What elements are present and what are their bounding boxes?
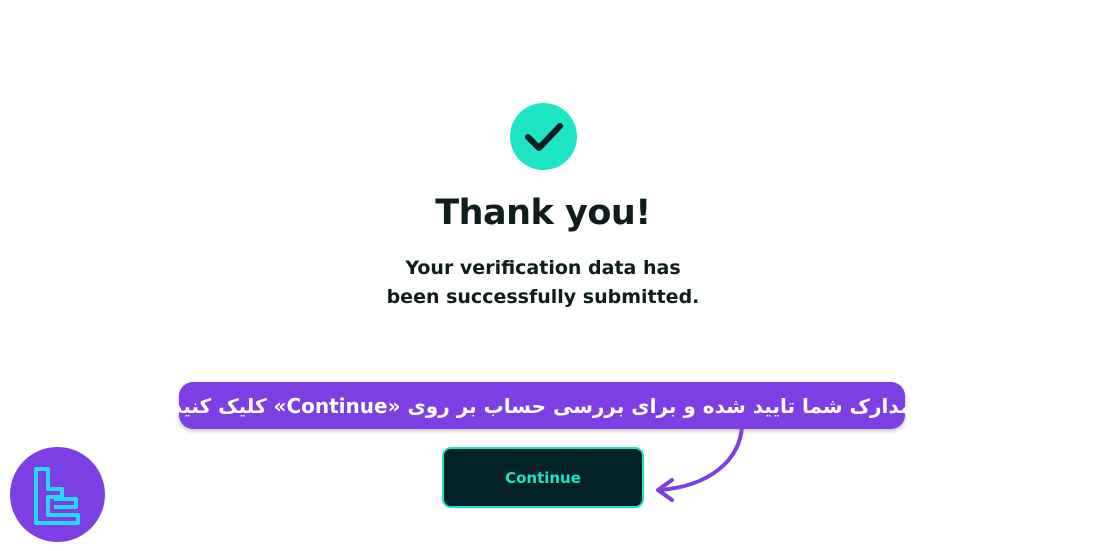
annotation-arrow-icon bbox=[656, 424, 744, 502]
success-message-line-2: been successfully submitted. bbox=[386, 286, 700, 308]
success-message-line-1: Your verification data has bbox=[405, 257, 681, 279]
brand-logo bbox=[10, 447, 105, 542]
success-check-badge bbox=[510, 103, 577, 170]
page-title: Thank you! bbox=[435, 193, 651, 233]
tc-logo-icon bbox=[33, 466, 80, 525]
checkmark-icon bbox=[524, 122, 563, 151]
success-message: Your verification data has been successf… bbox=[0, 254, 1086, 312]
continue-button[interactable]: Continue bbox=[442, 447, 644, 508]
annotation-callout: مدارک شما تایید شده و برای بررسی حساب بر… bbox=[172, 382, 912, 429]
verification-success-page: Thank you! Your verification data has be… bbox=[0, 0, 1096, 551]
